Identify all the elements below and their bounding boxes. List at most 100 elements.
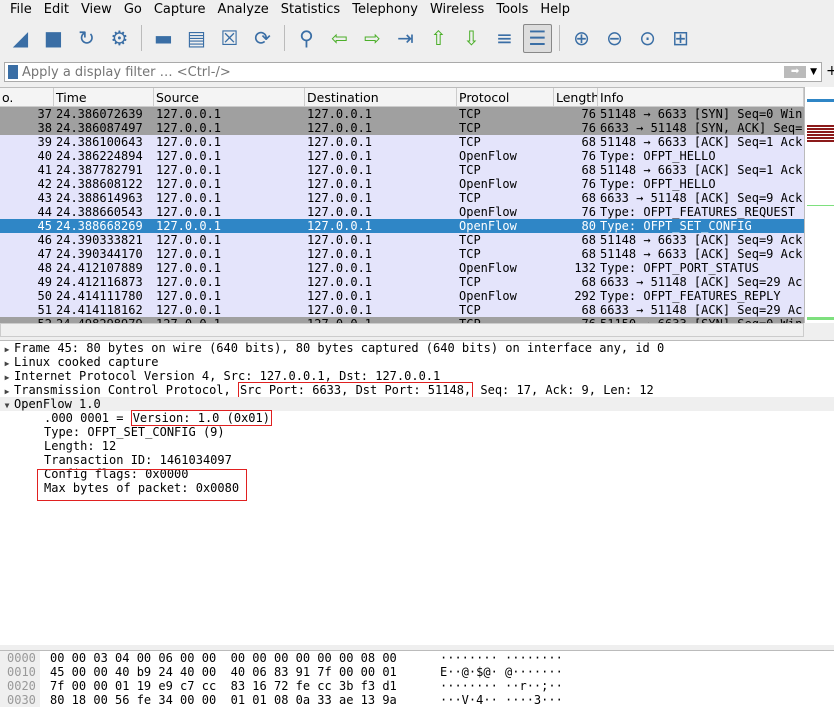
search-icon[interactable]: ⚲ bbox=[292, 24, 321, 53]
file-icon[interactable]: ▤ bbox=[182, 24, 211, 53]
cell-source: 127.0.0.1 bbox=[156, 121, 222, 135]
hex-bytes[interactable]: 7f 00 00 01 19 e9 c7 cc 83 16 72 fe cc 3… bbox=[40, 679, 440, 693]
packet-row[interactable]: 49 24.412116873 127.0.0.1 127.0.0.1 TCP 68 663… bbox=[0, 275, 804, 289]
packet-row[interactable]: 47 24.390344170 127.0.0.1 127.0.0.1 TCP 68 511… bbox=[0, 247, 804, 261]
cell-info: 6633 → 51148 [ACK] Seq=29 Ac bbox=[600, 303, 803, 317]
detail-openflow[interactable]: ▼ OpenFlow 1.0 bbox=[0, 397, 834, 411]
detail-type[interactable]: Type: OFPT_SET_CONFIG (9) bbox=[0, 425, 834, 439]
cell-info: 6633 → 51148 [ACK] Seq=9 Ack bbox=[600, 191, 803, 205]
column-header-length[interactable]: Length bbox=[554, 88, 598, 106]
first-icon[interactable]: ⇧ bbox=[424, 24, 453, 53]
packet-row[interactable]: 41 24.387782791 127.0.0.1 127.0.0.1 TCP 68 511… bbox=[0, 163, 804, 177]
column-header-source[interactable]: Source bbox=[154, 88, 305, 106]
menu-capture[interactable]: Capture bbox=[154, 2, 206, 17]
hex-ascii[interactable]: ···V·4·· ····3··· bbox=[440, 693, 563, 707]
zoom-out-icon[interactable]: ⊖ bbox=[600, 24, 629, 53]
packet-row[interactable]: 38 24.386087497 127.0.0.1 127.0.0.1 TCP 76 663… bbox=[0, 121, 804, 135]
packet-row[interactable]: 46 24.390333821 127.0.0.1 127.0.0.1 TCP 68 511… bbox=[0, 233, 804, 247]
gear-icon[interactable]: ⚙ bbox=[105, 24, 134, 53]
detail-version[interactable]: .000 0001 = Version: 1.0 (0x01) bbox=[0, 410, 834, 426]
column-header-info[interactable]: Info bbox=[598, 88, 804, 106]
packet-row[interactable]: 48 24.412107889 127.0.0.1 127.0.0.1 OpenFlow… bbox=[0, 261, 804, 275]
cell-destination: 127.0.0.1 bbox=[307, 149, 373, 163]
apply-filter-arrow-icon[interactable]: ➡ bbox=[784, 66, 807, 78]
packet-minimap[interactable] bbox=[804, 87, 834, 323]
display-filter-input[interactable] bbox=[18, 64, 785, 80]
hex-ascii[interactable]: E··@·$@· @······· bbox=[440, 665, 563, 679]
stop-icon[interactable]: ■ bbox=[39, 24, 68, 53]
hex-bytes[interactable]: 80 18 00 56 fe 34 00 00 01 01 08 0a 33 a… bbox=[40, 693, 440, 707]
back-arrow-icon[interactable]: ⇦ bbox=[325, 24, 354, 53]
menu-help[interactable]: Help bbox=[540, 2, 570, 17]
cell-source: 127.0.0.1 bbox=[156, 275, 222, 289]
colorize-icon[interactable]: ☰ bbox=[523, 23, 552, 53]
menu-tools[interactable]: Tools bbox=[496, 2, 528, 17]
column-header-time[interactable]: Time bbox=[54, 88, 154, 106]
packet-row[interactable]: 44 24.388660543 127.0.0.1 127.0.0.1 OpenFlow… bbox=[0, 205, 804, 219]
last-icon[interactable]: ⇩ bbox=[457, 24, 486, 53]
column-header-protocol[interactable]: Protocol bbox=[457, 88, 554, 106]
cell-info: 51148 → 6633 [ACK] Seq=9 Ack bbox=[600, 233, 803, 247]
detail-frame[interactable]: ▶ Frame 45: 80 bytes on wire (640 bits), … bbox=[0, 341, 834, 355]
column-header-destination[interactable]: Destination bbox=[305, 88, 457, 106]
hex-ascii[interactable]: ········ ··r··;·· bbox=[440, 679, 563, 693]
cell-protocol: OpenFlow bbox=[459, 261, 517, 275]
cell-protocol: TCP bbox=[459, 121, 481, 135]
menu-view[interactable]: View bbox=[81, 2, 112, 17]
menu-telephony[interactable]: Telephony bbox=[352, 2, 418, 17]
shark-fin-icon[interactable]: ◢ bbox=[6, 24, 35, 53]
detail-xid[interactable]: Transaction ID: 1461034097 bbox=[0, 453, 834, 467]
hex-bytes[interactable]: 00 00 03 04 00 06 00 00 00 00 00 00 00 0… bbox=[40, 651, 440, 665]
reload-icon[interactable]: ⟳ bbox=[248, 24, 277, 53]
cell-protocol: TCP bbox=[459, 303, 481, 317]
autoscroll-icon[interactable]: ≡ bbox=[490, 24, 519, 53]
packet-row[interactable]: 37 24.386072639 127.0.0.1 127.0.0.1 TCP 76 511… bbox=[0, 107, 804, 121]
packet-row[interactable]: 50 24.414111780 127.0.0.1 127.0.0.1 OpenFlow… bbox=[0, 289, 804, 303]
packet-list-hscrollbar[interactable] bbox=[0, 323, 804, 337]
detail-tcp[interactable]: ▶ Transmission Control Protocol, Src Port… bbox=[0, 382, 834, 398]
cell-no: 43 bbox=[37, 191, 52, 205]
hex-bytes[interactable]: 45 00 00 40 b9 24 40 00 40 06 83 91 7f 0… bbox=[40, 665, 440, 679]
jump-icon[interactable]: ⇥ bbox=[391, 24, 420, 53]
add-filter-button[interactable]: + bbox=[826, 63, 834, 79]
packet-row[interactable]: 40 24.386224894 127.0.0.1 127.0.0.1 OpenFlow… bbox=[0, 149, 804, 163]
cell-source: 127.0.0.1 bbox=[156, 149, 222, 163]
forward-arrow-icon[interactable]: ⇨ bbox=[358, 24, 387, 53]
packet-row[interactable]: 51 24.414118162 127.0.0.1 127.0.0.1 TCP 68 663… bbox=[0, 303, 804, 317]
restart-icon[interactable]: ↻ bbox=[72, 24, 101, 53]
detail-linux-cooked[interactable]: ▶ Linux cooked capture bbox=[0, 355, 834, 369]
resize-columns-icon[interactable]: ⊞ bbox=[666, 24, 695, 53]
main-toolbar: ◢ ■ ↻ ⚙ ▬ ▤ ☒ ⟳ ⚲ ⇦ ⇨ ⇥ ⇧ ⇩ ≡ ☰ ⊕ ⊖ ⊙ ⊞ bbox=[0, 18, 834, 58]
packet-row[interactable]: 42 24.388608122 127.0.0.1 127.0.0.1 OpenFlow… bbox=[0, 177, 804, 191]
hex-offset[interactable]: 0020 bbox=[0, 679, 40, 693]
packet-row[interactable]: 39 24.386100643 127.0.0.1 127.0.0.1 TCP 68 511… bbox=[0, 135, 804, 149]
zoom-in-icon[interactable]: ⊕ bbox=[567, 24, 596, 53]
detail-ip[interactable]: ▶ Internet Protocol Version 4, Src: 127.0… bbox=[0, 369, 834, 383]
cell-protocol: TCP bbox=[459, 163, 481, 177]
hex-ascii[interactable]: ········ ········ bbox=[440, 651, 563, 665]
menu-edit[interactable]: Edit bbox=[44, 2, 69, 17]
detail-length[interactable]: Length: 12 bbox=[0, 439, 834, 453]
packet-row[interactable]: 45 24.388668269 127.0.0.1 127.0.0.1 OpenFlow… bbox=[0, 219, 804, 233]
menu-wireless[interactable]: Wireless bbox=[430, 2, 484, 17]
menu-go[interactable]: Go bbox=[124, 2, 142, 17]
menu-analyze[interactable]: Analyze bbox=[218, 2, 269, 17]
column-header-ono[interactable]: o. bbox=[0, 88, 54, 106]
menu-file[interactable]: File bbox=[10, 2, 32, 17]
zoom-reset-icon[interactable]: ⊙ bbox=[633, 24, 662, 53]
packet-row[interactable]: 43 24.388614963 127.0.0.1 127.0.0.1 TCP 68 663… bbox=[0, 191, 804, 205]
hex-offset[interactable]: 0030 bbox=[0, 693, 40, 707]
cell-destination: 127.0.0.1 bbox=[307, 191, 373, 205]
detail-text: Seq: 17, Ack: 9, Len: 12 bbox=[473, 383, 654, 397]
hex-offset[interactable]: 0010 bbox=[0, 665, 40, 679]
cell-protocol: TCP bbox=[459, 191, 481, 205]
cell-info: Type: OFPT_SET_CONFIG bbox=[600, 219, 752, 233]
hex-offset[interactable]: 0000 bbox=[0, 651, 40, 665]
cell-length: 76 bbox=[581, 149, 596, 163]
cell-length: 132 bbox=[574, 261, 596, 275]
menu-statistics[interactable]: Statistics bbox=[281, 2, 340, 17]
close-file-icon[interactable]: ☒ bbox=[215, 24, 244, 53]
open-folder-icon[interactable]: ▬ bbox=[149, 24, 178, 53]
filter-dropdown-icon[interactable]: ▼ bbox=[810, 67, 817, 77]
bookmark-icon[interactable] bbox=[8, 65, 18, 79]
